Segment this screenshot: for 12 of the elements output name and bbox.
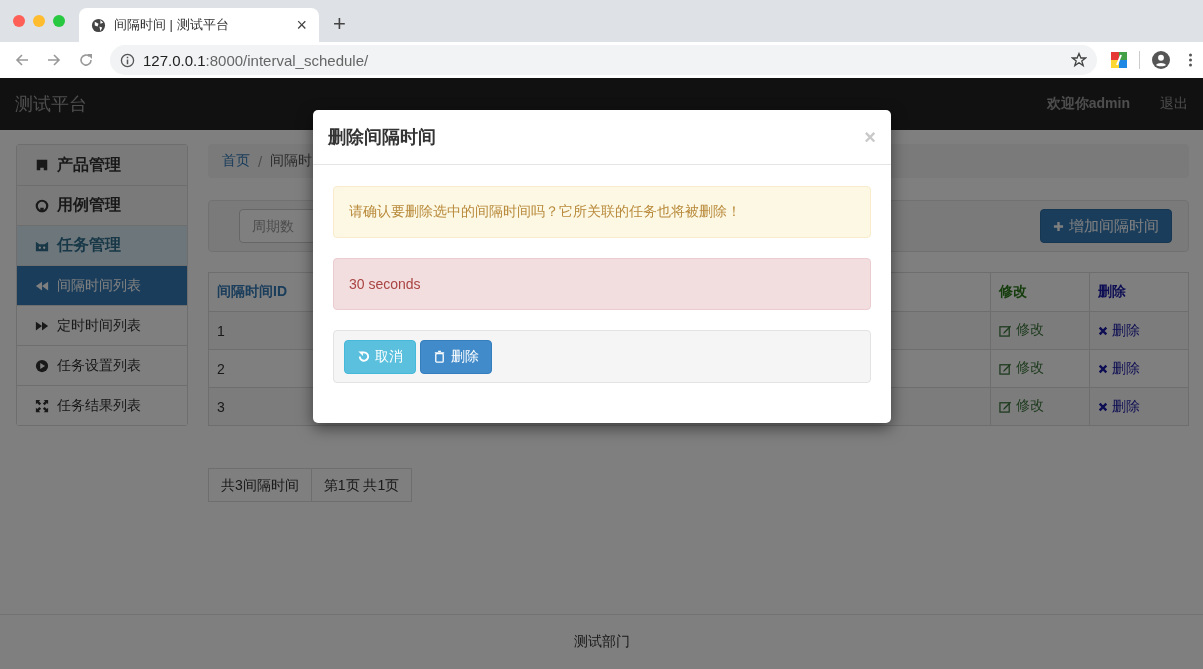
pagination-item: 第1页 共1页 [311,468,413,502]
footer-text: 测试部门 [573,633,630,651]
url-text: 127.0.0.1:8000/interval_schedule/ [143,51,370,69]
breadcrumb-current: 间隔时 [270,152,313,170]
column-header: 修改 [990,272,1090,312]
selected-item-alert: 30 seconds [333,258,871,310]
tab-title: 间隔时间 | 测试平台 [114,16,230,34]
breadcrumb-separator: / [258,152,263,170]
column-header: 删除 [1089,272,1189,312]
modal-title: 删除间隔时间 [328,126,436,149]
pagination-item: 共3间隔时间 [208,468,312,502]
warning-alert: 请确认要删除选中的间隔时间吗？它所关联的任务也将被删除！ [333,186,871,238]
